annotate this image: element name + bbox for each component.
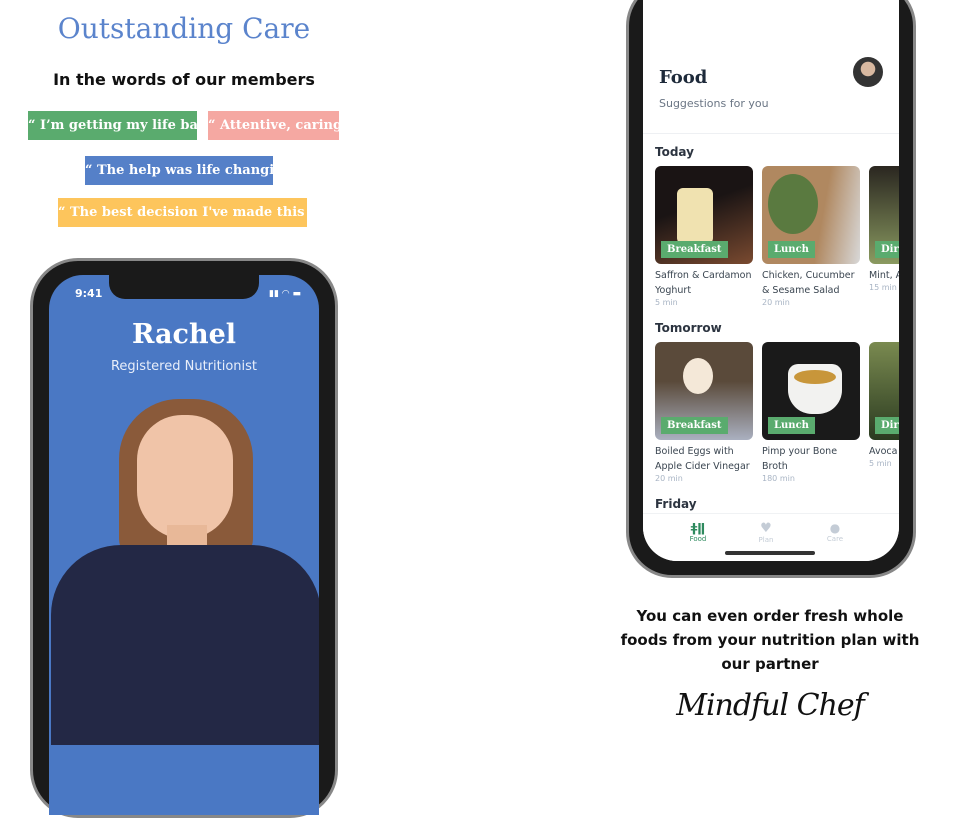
meal-time: 5 min: [869, 459, 892, 468]
meal-card[interactable]: Dir Mint, Avoca 15 min: [869, 166, 899, 292]
meal-card[interactable]: Lunch Pimp your Bone Broth 180 min: [762, 342, 860, 483]
meal-tag: Dir: [875, 241, 899, 258]
page-title: Outstanding Care: [57, 12, 311, 45]
meal-photo: Lunch: [762, 342, 860, 440]
divider: [643, 133, 899, 134]
nav-label: Plan: [758, 536, 774, 544]
nav-plan[interactable]: ♥ Plan: [741, 521, 791, 544]
quote-badge: “ The best decision I've made this year …: [58, 198, 352, 227]
meal-photo: Dir: [869, 342, 899, 440]
screen-title: Food: [659, 67, 708, 88]
meal-tag: Lunch: [768, 417, 815, 434]
subtitle: In the words of our members: [53, 70, 315, 89]
phone-mockup-food: Food Suggestions for you Today Breakfast…: [626, 0, 916, 578]
meal-title: Mint, Avoca: [869, 270, 899, 281]
chat-icon: ●: [829, 521, 841, 535]
meal-title: Pimp your Bone Broth: [762, 446, 838, 472]
quote-badge: “ Attentive, caring ”: [208, 111, 354, 140]
meal-time: 15 min: [869, 283, 897, 292]
phone-screen: 9:41 ▮▮ ◠ ▬ Rachel Registered Nutritioni…: [49, 275, 319, 815]
phone-notch: [109, 275, 259, 299]
meal-card[interactable]: Breakfast Boiled Eggs with Apple Cider Vi…: [655, 342, 753, 483]
meal-time: 20 min: [762, 298, 790, 307]
meal-title: Chicken, Cucumber & Sesame Salad: [762, 270, 855, 296]
meal-tag: Dir: [875, 417, 899, 434]
meal-photo: Breakfast: [655, 342, 753, 440]
section-friday: Friday: [655, 497, 697, 511]
nav-care[interactable]: ● Care: [810, 521, 860, 543]
screen-subtitle: Suggestions for you: [659, 97, 769, 110]
quote-badge: “ I’m getting my life back ”: [28, 111, 227, 140]
meal-time: 180 min: [762, 474, 795, 483]
section-today: Today: [655, 145, 694, 159]
meal-title: Avoca: [869, 446, 898, 457]
status-icons: ▮▮ ◠ ▬: [269, 289, 301, 299]
meal-tag: Breakfast: [661, 417, 728, 434]
meal-tag: Lunch: [768, 241, 815, 258]
heart-icon: ♥: [760, 521, 772, 536]
nav-label: Care: [826, 535, 844, 543]
meal-tag: Breakfast: [661, 241, 728, 258]
nutritionist-name: Rachel: [131, 319, 237, 350]
nav-label: Food: [689, 535, 707, 543]
meal-title: Boiled Eggs with Apple Cider Vinegar: [655, 446, 750, 472]
status-time: 9:41: [75, 287, 103, 300]
nav-food[interactable]: ǂǁ Food: [673, 521, 723, 543]
meal-card[interactable]: Dir Avoca 5 min: [869, 342, 899, 468]
section-tomorrow: Tomorrow: [655, 321, 722, 335]
meal-photo: Lunch: [762, 166, 860, 264]
phone-mockup-nutritionist: 9:41 ▮▮ ◠ ▬ Rachel Registered Nutritioni…: [30, 258, 338, 818]
meal-card[interactable]: Breakfast Saffron & Cardamon Yoghurt 5 min: [655, 166, 753, 307]
fork-knife-icon: ǂǁ: [690, 521, 706, 535]
meal-time: 20 min: [655, 474, 683, 483]
home-indicator: [725, 551, 815, 555]
nutritionist-role: Registered Nutritionist: [110, 359, 258, 374]
meal-photo: Breakfast: [655, 166, 753, 264]
meal-title: Saffron & Cardamon Yoghurt: [655, 270, 752, 296]
partner-caption: You can even order fresh whole foods fro…: [620, 607, 920, 673]
phone-screen: Food Suggestions for you Today Breakfast…: [643, 0, 899, 561]
meal-card[interactable]: Lunch Chicken, Cucumber & Sesame Salad 20 …: [762, 166, 860, 307]
meal-time: 5 min: [655, 298, 678, 307]
meal-photo: Dir: [869, 166, 899, 264]
avatar[interactable]: [853, 57, 883, 87]
quote-badge: “ The help was life changing ”: [85, 156, 305, 185]
partner-logo: Mindful Chef: [676, 688, 865, 723]
